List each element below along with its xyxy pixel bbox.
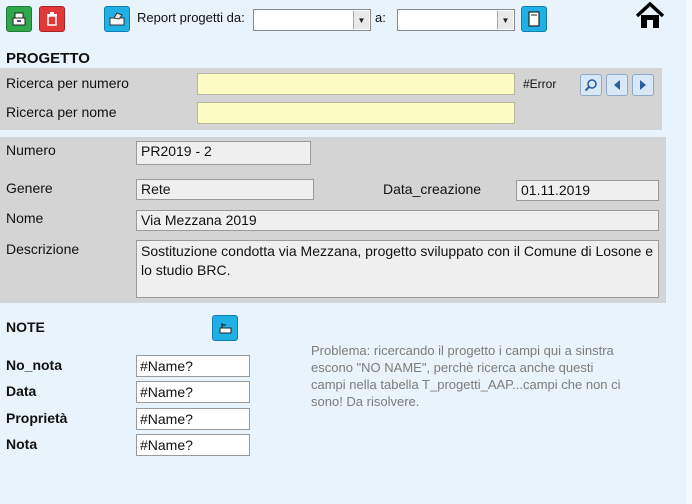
add-record-icon (12, 12, 26, 26)
proprieta-field[interactable]: #Name? (136, 408, 250, 430)
data-field[interactable]: #Name? (136, 381, 250, 403)
print-report-button[interactable] (521, 6, 547, 32)
report-button[interactable] (104, 6, 130, 32)
arrow-left-icon (614, 80, 620, 90)
report-from-select[interactable]: ▼ (253, 9, 371, 31)
data-creazione-label: Data_creazione (383, 181, 482, 197)
section-title-note: NOTE (6, 319, 45, 335)
find-button[interactable] (580, 74, 602, 96)
home-icon (635, 1, 665, 28)
next-record-button[interactable] (632, 74, 654, 96)
trash-icon (47, 12, 57, 26)
search-number-label: Ricerca per numero (6, 75, 129, 91)
search-number-input[interactable] (197, 73, 515, 95)
arrow-right-icon (640, 80, 646, 90)
delete-record-button[interactable] (39, 6, 65, 32)
add-note-button[interactable] (212, 315, 238, 341)
proprieta-label: Proprietà (6, 410, 68, 426)
nome-label: Nome (6, 210, 44, 226)
home-button[interactable] (634, 1, 666, 30)
search-name-input[interactable] (197, 102, 515, 124)
search-name-label: Ricerca per nome (6, 104, 117, 120)
nota-field[interactable]: #Name? (136, 434, 250, 456)
note-icon (219, 323, 232, 334)
add-record-button[interactable] (6, 6, 32, 32)
descrizione-label: Descrizione (6, 241, 80, 257)
error-text: #Error (523, 77, 557, 91)
section-title-progetto: PROGETTO (6, 50, 90, 67)
report-from-label: Report progetti da: (137, 10, 245, 25)
genere-label: Genere (6, 180, 53, 196)
report-to-select[interactable]: ▼ (397, 9, 515, 31)
window-edge (686, 0, 692, 504)
previous-record-button[interactable] (606, 74, 628, 96)
data-creazione-field[interactable]: 01.11.2019 (516, 180, 659, 201)
nota-label: Nota (6, 436, 38, 452)
search-icon (584, 79, 597, 92)
data-label: Data (6, 383, 37, 399)
no-nota-field[interactable]: #Name? (136, 355, 250, 377)
chevron-down-icon[interactable]: ▼ (353, 11, 369, 29)
report-icon (109, 12, 125, 26)
numero-label: Numero (6, 142, 56, 158)
numero-field[interactable]: PR2019 - 2 (136, 141, 311, 165)
no-nota-label: No_nota (6, 357, 62, 373)
descrizione-field[interactable]: Sostituzione condotta via Mezzana, proge… (136, 240, 659, 298)
report-to-label: a: (375, 10, 386, 25)
chevron-down-icon[interactable]: ▼ (497, 11, 513, 29)
document-icon (528, 11, 540, 27)
developer-comment: Problema: ricercando il progetto i campi… (311, 343, 621, 409)
nome-field[interactable]: Via Mezzana 2019 (136, 210, 659, 231)
genere-field[interactable]: Rete (136, 179, 314, 200)
